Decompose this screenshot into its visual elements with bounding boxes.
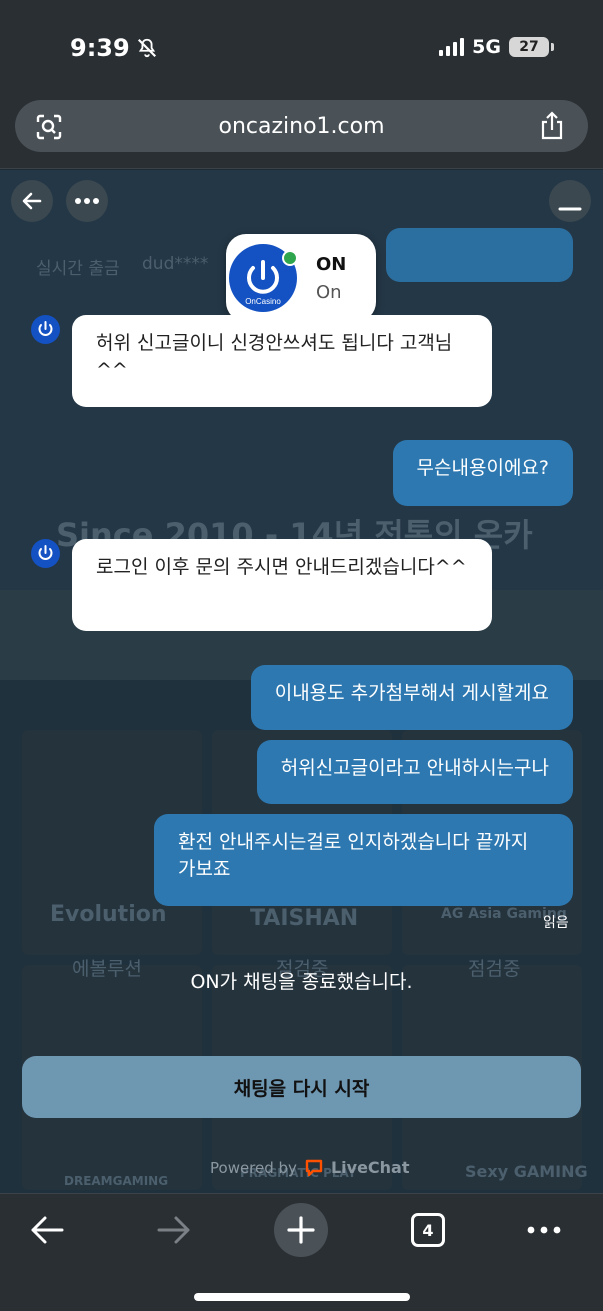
url-text: oncazino1.com [218,113,385,139]
chat-more-button[interactable] [66,180,108,222]
restart-chat-button[interactable]: 채팅을 다시 시작 [22,1056,581,1118]
minimize-icon [558,207,582,211]
site-nav-text: 실시간 출금 [36,259,120,279]
logo-text: OnCasino [245,297,281,306]
agent-name: ON [316,254,347,275]
status-time: 9:39 [70,34,158,62]
battery-icon: 27 [509,37,554,57]
provider-name: TAISHAN [250,906,359,931]
battery-level: 27 [519,39,539,55]
powered-by[interactable]: Powered by LiveChat [210,1158,410,1177]
read-receipt: 읽음 [543,915,569,931]
home-indicator[interactable] [194,1293,410,1301]
user-message-bubble: 허위신고글이라고 안내하시는구나 [256,740,573,804]
agent-subtitle: On [316,282,342,303]
share-icon[interactable] [538,111,566,141]
network-label: 5G [472,36,501,58]
chat-ended-notice: ON가 채팅을 종료했습니다. [190,971,413,993]
provider-name: Evolution [50,902,167,927]
arrow-left-icon [31,1216,64,1244]
arrow-right-icon [157,1216,190,1244]
agent-message-bubble: 허위 신고글이니 신경안쓰셔도 됩니다 고객님^^ [72,315,492,407]
visual-lookup-icon[interactable] [35,113,63,141]
browser-back-button[interactable] [17,1202,77,1258]
provider-name: Sexy GAMING [465,1162,588,1181]
browser-more-button[interactable] [514,1202,574,1258]
more-dots-icon [527,1226,561,1234]
site-nav-text: dud**** [142,254,209,274]
user-message-bubble: 환전 안내주시는걸로 인지하겠습니다 끝까지 가보죠 [154,814,573,906]
powered-by-label: Powered by [210,1158,297,1177]
livechat-logo-icon [305,1159,323,1176]
agent-header-card: OnCasino ON On [226,234,376,322]
status-indicators: 5G 27 [439,36,554,58]
tabs-count-icon: 4 [411,1213,445,1247]
more-dots-icon [75,198,99,204]
new-tab-button[interactable] [271,1202,331,1258]
power-logo-icon [38,545,53,560]
tabs-button[interactable]: 4 [398,1202,458,1258]
signal-icon [439,38,465,56]
browser-toolbar: 4 [0,1193,603,1311]
agent-message-avatar [31,539,60,568]
status-bar: 9:39 5G 27 [0,0,603,95]
browser-url-area: oncazino1.com [0,95,603,169]
browser-forward-button[interactable] [144,1202,204,1258]
bell-muted-icon [137,38,156,58]
chat-back-button[interactable] [11,180,53,222]
power-logo-icon [38,321,53,336]
provider-name: DREAMGAMING [64,1174,169,1188]
agent-message-bubble: 로그인 이후 문의 주시면 안내드리겠습니다^^ [72,539,492,631]
agent-message-avatar [31,315,60,344]
user-message-bubble: 이내용도 추가첨부해서 게시할게요 [250,665,573,730]
previous-message-bubble [386,228,573,282]
user-message-bubble: 무슨내용이에요? [392,440,573,506]
online-status-dot [282,250,298,266]
plus-icon [274,1203,328,1257]
livechat-brand: LiveChat [330,1158,410,1177]
url-bar[interactable]: oncazino1.com [15,100,588,152]
arrow-left-icon [22,192,42,210]
chat-minimize-button[interactable] [549,180,591,222]
clock-label: 9:39 [70,34,130,62]
